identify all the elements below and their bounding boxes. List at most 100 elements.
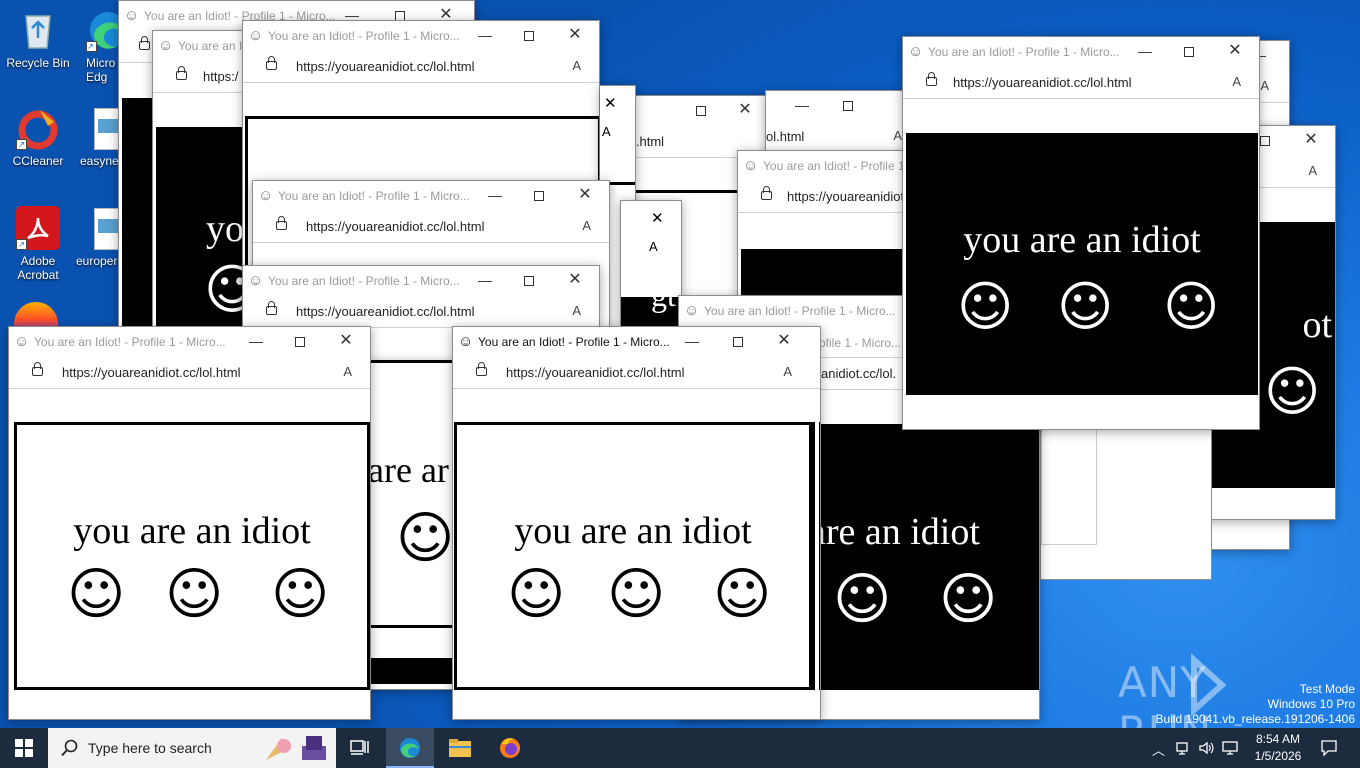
close-button[interactable]: ✕ (1297, 129, 1325, 151)
page-content: you are an idiot ☺ ☺ ☺ (906, 133, 1258, 395)
close-button[interactable]: ✕ (332, 330, 360, 352)
url-text: l.html (634, 134, 665, 149)
smiley-favicon-icon: ☺ (908, 43, 924, 60)
smiley-icon: ☺ (396, 506, 455, 571)
maximize-button[interactable] (724, 330, 752, 352)
url-text: https://youareanidiot (787, 189, 905, 204)
popup-window[interactable]: are ar ☺ (367, 360, 457, 690)
smiley-favicon-icon: ☺ (684, 302, 700, 319)
lock-icon (32, 362, 43, 376)
lock-icon (926, 72, 937, 86)
read-aloud-icon[interactable]: A (343, 364, 352, 379)
maximize-button[interactable] (687, 99, 715, 121)
close-button[interactable]: ✕ (604, 94, 617, 112)
taskbar-edge-button[interactable] (386, 728, 434, 768)
clock-time: 8:54 AM (1255, 732, 1301, 746)
smiley-icon: ☺ (607, 562, 666, 627)
desktop-icon-ccleaner[interactable]: ↗ CCleaner (0, 106, 76, 168)
clock[interactable]: 8:54 AM 1/5/2026 (1246, 731, 1310, 765)
popup-window[interactable]: ☺ You are an Idiot! - Profile 1 - Micro.… (8, 326, 371, 720)
minimize-button[interactable]: — (242, 330, 270, 352)
notification-icon[interactable] (1320, 739, 1338, 757)
taskbar: Type here to search ︿ 8:54 AM 1/5/2026 (0, 728, 1360, 768)
minimize-button[interactable]: — (471, 269, 499, 291)
lock-icon (139, 36, 150, 50)
maximize-button[interactable] (515, 269, 543, 291)
window-title: You are an Idiot! - Profile 1 - Micro... (34, 335, 226, 349)
page-text: you are an idiot (73, 510, 311, 552)
page-content: you are an idiot ☺ ☺ ☺ (454, 422, 812, 690)
read-aloud-icon[interactable]: A (602, 124, 611, 139)
lock-icon (266, 301, 277, 315)
acrobat-icon: ↗ (16, 206, 60, 250)
close-button[interactable]: ✕ (1221, 40, 1249, 62)
smiley-icon: ☺ (713, 562, 772, 627)
read-aloud-icon[interactable]: A (1308, 163, 1317, 178)
url-text: https://youareanidiot.cc/lol.html (306, 219, 485, 234)
url-text: ol.html (766, 129, 805, 144)
windows-watermark: Test Mode Windows 10 Pro Build 19041.vb_… (1156, 682, 1356, 727)
smiley-favicon-icon: ☺ (158, 37, 174, 54)
minimize-button[interactable]: — (471, 24, 499, 46)
url-text: https://youareanidiot.cc/lol.html (296, 304, 475, 319)
maximize-button[interactable] (525, 184, 553, 206)
maximize-button[interactable] (834, 94, 862, 116)
window-title: You are an Idiot! - Profile 1 (763, 159, 905, 173)
file-explorer-icon (449, 739, 471, 757)
desktop-icon-recycle-bin[interactable]: Recycle Bin (0, 8, 76, 70)
popup-window[interactable]: ☺ You are an Idiot! - Profile 1 - Micro.… (902, 36, 1260, 430)
minimize-button[interactable]: — (1131, 40, 1159, 62)
watermark-line: Windows 10 Pro (1267, 697, 1355, 711)
maximize-button[interactable] (515, 24, 543, 46)
close-button[interactable]: ✕ (561, 269, 589, 291)
edge-icon (400, 738, 420, 758)
desktop-icon-acrobat[interactable]: ↗ Adobe Acrobat (0, 206, 76, 282)
minimize-button[interactable]: — (788, 94, 816, 116)
maximize-button[interactable] (1175, 40, 1203, 62)
taskbar-file-explorer-button[interactable] (436, 728, 484, 768)
read-aloud-icon[interactable]: A (783, 364, 792, 379)
read-aloud-icon[interactable]: A (649, 239, 658, 254)
maximize-button[interactable] (286, 330, 314, 352)
minimize-button[interactable]: — (481, 184, 509, 206)
smiley-icon: ☺ (67, 562, 126, 627)
close-button[interactable]: ✕ (561, 24, 589, 46)
taskbar-search-box[interactable]: Type here to search (48, 728, 336, 768)
desktop-icon-label: Micro Edg (86, 56, 116, 84)
lock-icon (761, 186, 772, 200)
url-text: https://youareanidiot.cc/lol.html (953, 75, 1132, 90)
smiley-favicon-icon: ☺ (743, 157, 759, 174)
display-icon[interactable] (1222, 740, 1238, 756)
desktop-icon-label: Recycle Bin (6, 56, 70, 70)
window-title: You are an Idiot! - Profile 1 - Micro... (268, 274, 460, 288)
close-button[interactable]: ✕ (731, 99, 759, 121)
window-title: You are an Id (178, 39, 249, 53)
taskbar-firefox-button[interactable] (486, 728, 534, 768)
read-aloud-icon[interactable]: A (572, 58, 581, 73)
watermark-line: Test Mode (1299, 682, 1355, 696)
smiley-favicon-icon: ☺ (248, 272, 264, 289)
url-text: https:/ (203, 69, 239, 84)
read-aloud-icon[interactable]: A (893, 128, 902, 143)
read-aloud-icon[interactable]: A (572, 303, 581, 318)
page-text: gt (651, 277, 676, 313)
start-button[interactable] (0, 728, 48, 768)
url-text: https://youareanidiot.cc/lol.html (62, 365, 241, 380)
desktop: Recycle Bin ↗ Micro Edg ↗ CCleaner easyn… (0, 0, 1360, 728)
page-text: you are an idiot (514, 510, 752, 552)
clock-date: 1/5/2026 (1254, 749, 1302, 763)
close-button[interactable]: ✕ (651, 209, 664, 227)
popup-window-active[interactable]: ☺ You are an Idiot! - Profile 1 - Micro.… (452, 326, 821, 720)
read-aloud-icon[interactable]: A (1260, 78, 1269, 93)
read-aloud-icon[interactable]: A (1232, 74, 1241, 89)
recycle-bin-icon (16, 8, 60, 52)
volume-icon[interactable] (1198, 740, 1214, 756)
close-button[interactable]: ✕ (571, 184, 599, 206)
network-icon[interactable] (1174, 740, 1190, 756)
read-aloud-icon[interactable]: A (582, 218, 591, 233)
url-text: https://youareanidiot.cc/lol.html (296, 59, 475, 74)
minimize-button[interactable]: — (678, 330, 706, 352)
close-button[interactable]: ✕ (770, 330, 798, 352)
chevron-up-icon[interactable]: ︿ (1152, 740, 1165, 759)
task-view-button[interactable] (340, 728, 380, 768)
